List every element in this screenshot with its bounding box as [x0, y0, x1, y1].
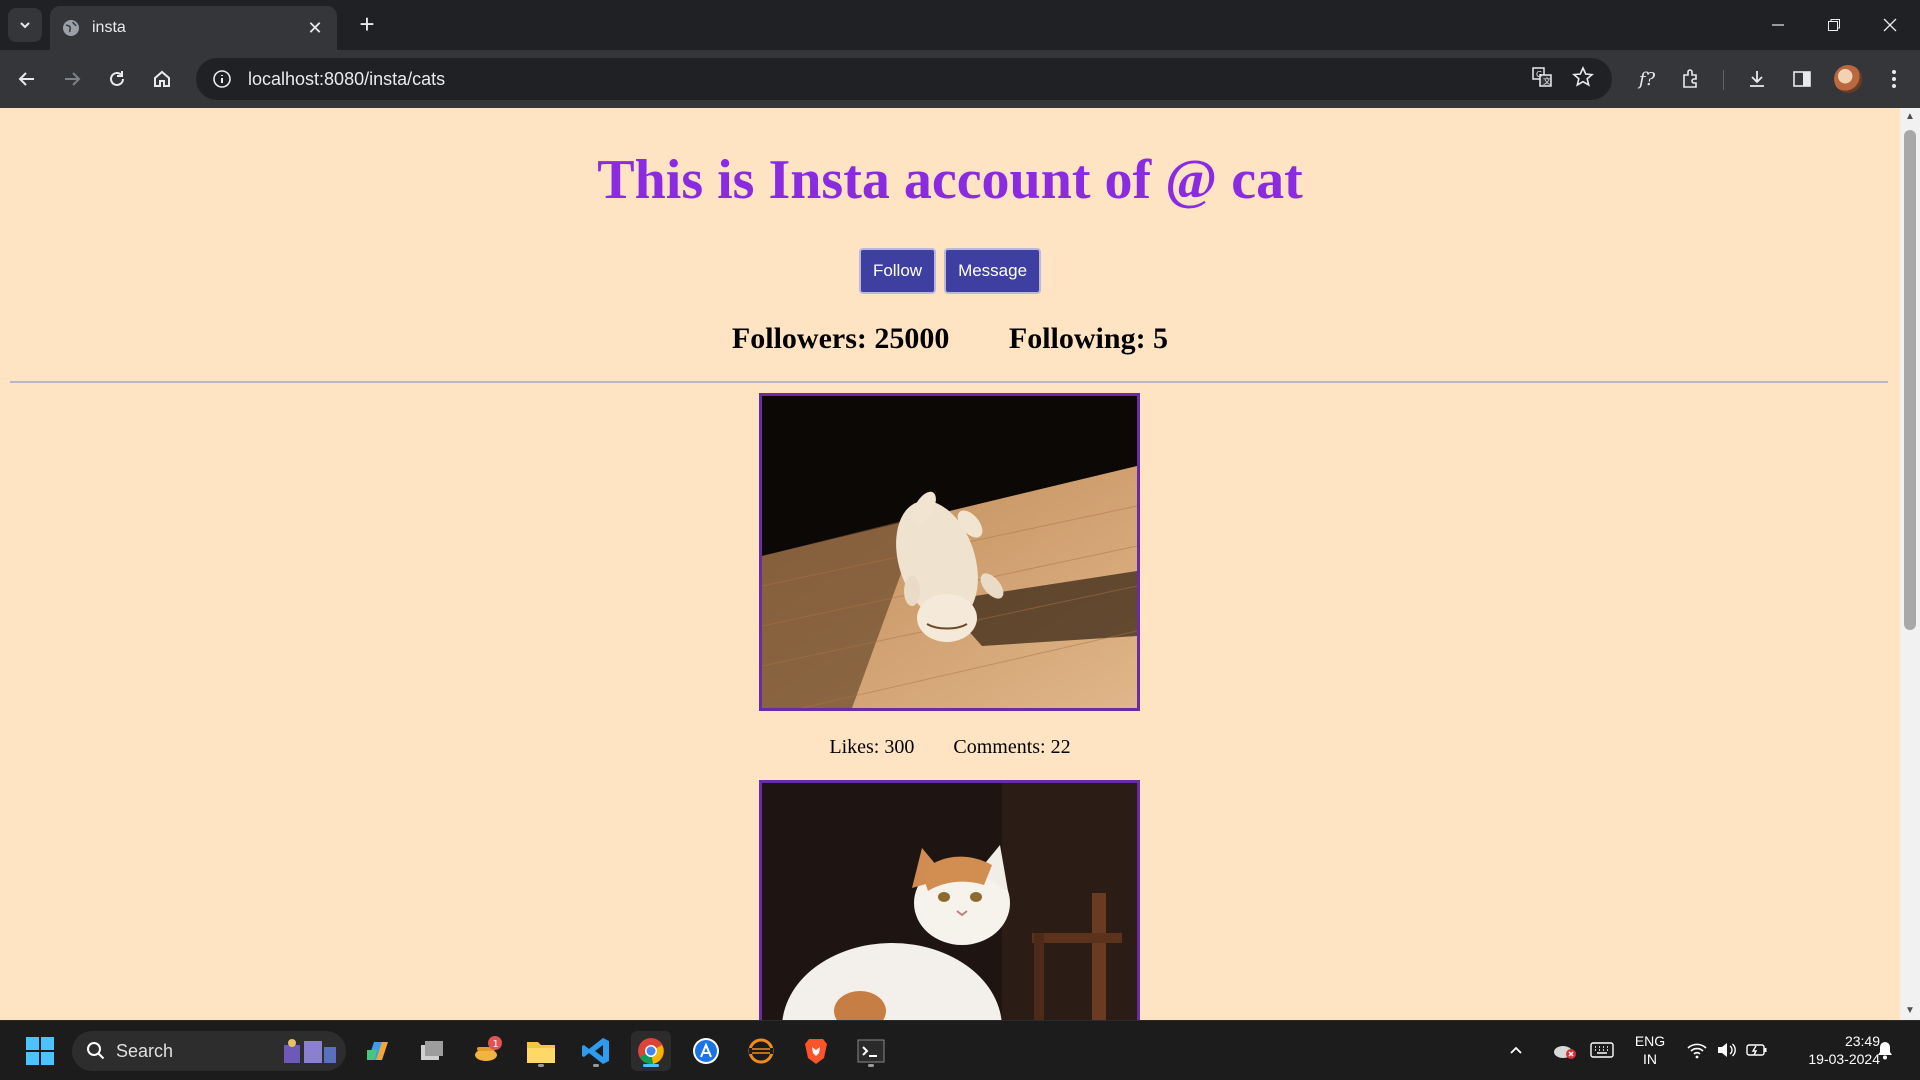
- back-button[interactable]: [9, 61, 45, 97]
- tab-strip: insta ✕ +: [0, 0, 1920, 50]
- post-image[interactable]: [759, 393, 1140, 711]
- follow-button[interactable]: Follow: [858, 248, 937, 294]
- language-code: ENG: [1634, 1033, 1666, 1049]
- chevron-down-icon: [20, 22, 30, 29]
- svg-text:文: 文: [1543, 76, 1551, 86]
- language-indicator[interactable]: ENG IN: [1628, 1032, 1672, 1068]
- taskbar-search[interactable]: Search: [72, 1031, 346, 1071]
- eclipse-icon[interactable]: [741, 1031, 781, 1071]
- scroll-up-arrow-icon[interactable]: ▲: [1900, 108, 1920, 126]
- system-clock[interactable]: 23:49 19-03-2024: [1780, 1032, 1880, 1068]
- region-code: IN: [1643, 1051, 1657, 1067]
- notifications-bell-icon[interactable]: [1876, 1020, 1894, 1080]
- running-indicator: [643, 1064, 659, 1067]
- chevron-up-icon: [1510, 1046, 1522, 1054]
- profile-avatar[interactable]: [1834, 65, 1862, 93]
- cat-photo: [762, 783, 1137, 1020]
- vscode-icon[interactable]: [576, 1031, 616, 1071]
- browser-toolbar: localhost:8080/insta/cats G文 f?: [0, 50, 1920, 108]
- url-text: localhost:8080/insta/cats: [248, 68, 446, 89]
- file-explorer-icon[interactable]: [521, 1031, 561, 1071]
- keyboard-icon[interactable]: [1590, 1020, 1614, 1080]
- svg-text:G: G: [1536, 70, 1542, 79]
- page-scrollbar[interactable]: ▲ ▼: [1900, 108, 1920, 1020]
- copilot-icon[interactable]: [358, 1031, 398, 1071]
- weather-widget-icon[interactable]: 1: [467, 1031, 507, 1071]
- search-icon: [86, 1041, 106, 1061]
- battery-icon[interactable]: [1746, 1020, 1768, 1080]
- wifi-icon[interactable]: [1686, 1020, 1708, 1080]
- active-tab[interactable]: insta ✕: [50, 6, 337, 50]
- minimize-button[interactable]: [1750, 0, 1806, 50]
- site-info-icon[interactable]: [210, 67, 234, 91]
- translate-icon[interactable]: G文: [1524, 59, 1560, 95]
- clock-date: 19-03-2024: [1808, 1051, 1880, 1067]
- arrow-left-icon: [18, 72, 34, 86]
- globe-icon: [63, 20, 79, 36]
- bookmark-star-icon[interactable]: [1565, 59, 1601, 95]
- close-window-button[interactable]: [1862, 0, 1918, 50]
- tab-search-button[interactable]: [8, 8, 42, 42]
- running-indicator: [868, 1064, 874, 1067]
- forward-button[interactable]: [54, 61, 90, 97]
- restore-icon: [1828, 19, 1840, 31]
- post-meta: Likes: 300 Comments: 22: [0, 736, 1900, 759]
- function-icon[interactable]: f?: [1629, 61, 1665, 97]
- task-view-icon[interactable]: [412, 1031, 452, 1071]
- windows-logo-icon: [26, 1037, 54, 1065]
- restore-button[interactable]: [1806, 0, 1862, 50]
- show-hidden-icons-button[interactable]: [1508, 1020, 1524, 1080]
- profile-actions: Follow Message: [0, 248, 1900, 294]
- chrome-icon[interactable]: [631, 1031, 671, 1071]
- message-button[interactable]: Message: [944, 248, 1042, 294]
- search-placeholder: Search: [116, 1040, 174, 1061]
- minimize-icon: [1772, 24, 1784, 26]
- comments-count: Comments: 22: [953, 736, 1071, 758]
- extensions-icon[interactable]: [1673, 61, 1709, 97]
- onedrive-error-icon[interactable]: [1552, 1020, 1578, 1080]
- divider: [10, 381, 1888, 383]
- following-count: Following: 5: [1008, 322, 1169, 355]
- arrow-right-icon: [65, 72, 81, 86]
- home-icon: [154, 70, 170, 87]
- tab-title: insta: [92, 19, 126, 36]
- scroll-thumb[interactable]: [1904, 130, 1916, 630]
- post-image[interactable]: [759, 780, 1140, 1020]
- more-menu-icon[interactable]: [1876, 61, 1912, 97]
- profile-stats: Followers: 25000 Following: 5: [0, 322, 1900, 356]
- downloads-icon[interactable]: [1739, 61, 1775, 97]
- home-button[interactable]: [144, 61, 180, 97]
- search-highlight-icon: [284, 1039, 336, 1063]
- app-store-icon[interactable]: [686, 1031, 726, 1071]
- clock-time: 23:49: [1844, 1033, 1880, 1049]
- reload-button[interactable]: [99, 61, 135, 97]
- running-indicator: [538, 1064, 544, 1067]
- close-icon: [1883, 18, 1897, 32]
- running-indicator: [593, 1064, 599, 1067]
- brave-icon[interactable]: [796, 1031, 836, 1071]
- volume-icon[interactable]: [1716, 1020, 1736, 1080]
- page-title: This is Insta account of @ cat: [597, 149, 1303, 211]
- followers-count: Followers: 25000: [731, 322, 950, 355]
- tab-close-icon[interactable]: ✕: [305, 18, 325, 38]
- new-tab-button[interactable]: +: [352, 10, 382, 40]
- start-button[interactable]: [20, 1031, 60, 1071]
- side-panel-icon[interactable]: [1784, 61, 1820, 97]
- terminal-icon[interactable]: [851, 1031, 891, 1071]
- reload-icon: [110, 71, 124, 86]
- likes-count: Likes: 300: [829, 736, 915, 758]
- address-bar[interactable]: localhost:8080/insta/cats: [196, 58, 1612, 100]
- scroll-down-arrow-icon[interactable]: ▼: [1900, 1002, 1920, 1020]
- toolbar-divider: [1723, 70, 1724, 90]
- cat-photo: [762, 396, 1137, 708]
- notification-badge: 1: [493, 1039, 499, 1050]
